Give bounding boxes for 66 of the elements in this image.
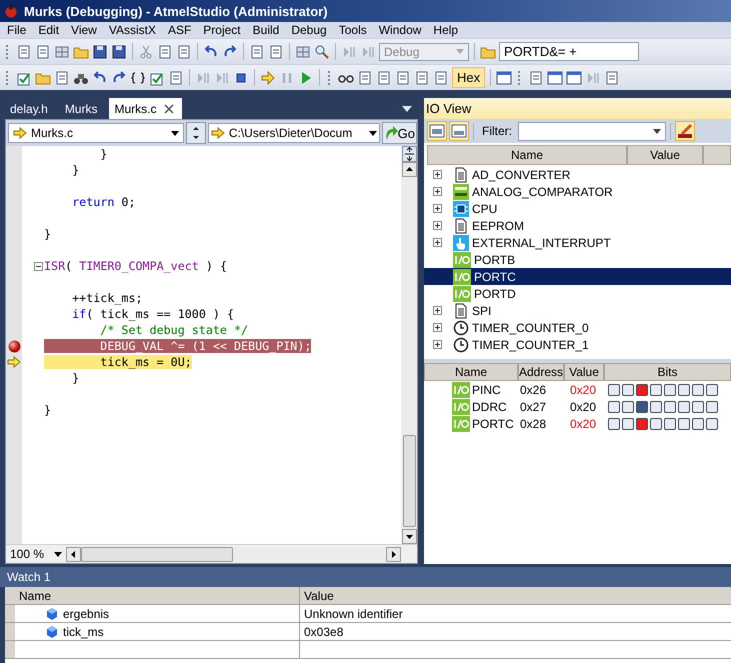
variable-value: 0x03e8 (303, 624, 344, 640)
column-header[interactable]: Name (424, 363, 518, 381)
register-value: 0x20 (569, 382, 598, 396)
file-tab[interactable]: delay.h (5, 98, 56, 119)
variable-value: Unknown identifier (303, 606, 404, 622)
code-line: } (71, 163, 80, 177)
column-header[interactable]: Name (15, 587, 300, 604)
menu-item[interactable]: Window (374, 23, 428, 37)
menu-item[interactable]: View (66, 23, 104, 37)
register-address: 0x28 (519, 416, 548, 430)
tree-item[interactable]: PORTC (424, 268, 731, 285)
code-line: if( tick_ms == 1000 ) { (71, 307, 234, 321)
column-header[interactable]: Value (300, 587, 731, 604)
code-line: } (44, 403, 52, 417)
variable-name: ergebnis (63, 606, 110, 620)
go-button[interactable]: Go (382, 122, 418, 144)
tree-item[interactable]: EXTERNAL_INTERRUPT (424, 234, 731, 251)
tree-item[interactable]: TIMER_COUNTER_1 (424, 336, 731, 353)
tree-item[interactable]: AD_CONVERTER (424, 166, 731, 183)
variable-name: tick_ms (63, 624, 104, 638)
column-header[interactable]: Bits (604, 363, 731, 381)
column-header[interactable]: Value (564, 363, 604, 381)
code-line: } (99, 147, 108, 161)
register-name: PINC (472, 382, 501, 396)
code-line: } (71, 371, 80, 385)
register-name: DDRC (472, 400, 507, 414)
file-tab[interactable]: Murks (60, 98, 106, 119)
register-value: 0x20 (569, 400, 598, 414)
command-field[interactable]: PORTD&= + (499, 42, 639, 61)
menu-item[interactable]: File (2, 23, 34, 37)
tree-item[interactable]: SPI (424, 302, 731, 319)
register-name: PORTC (472, 416, 514, 430)
menu-item[interactable]: Edit (33, 23, 66, 37)
window-title: Murks (Debugging) - AtmelStudio (Administrator) (24, 4, 328, 18)
zoom-dropdown[interactable]: 100 % (6, 547, 66, 561)
code-line: } (44, 227, 52, 241)
tree-item[interactable]: CPU (424, 200, 731, 217)
menu-item[interactable]: VAssistX (104, 23, 163, 37)
tree-item[interactable]: ANALOG_COMPARATOR (424, 183, 731, 200)
register-value: 0x20 (569, 416, 598, 430)
tree-item[interactable]: PORTB (424, 251, 731, 268)
menu-item[interactable]: Tools (334, 23, 374, 37)
tree-item[interactable]: EEPROM (424, 217, 731, 234)
column-header[interactable]: Value (627, 145, 703, 165)
code-line: return 0; (71, 195, 136, 209)
panel-title: Watch 1 (0, 567, 731, 587)
hex-toggle-button[interactable]: Hex (452, 67, 486, 88)
code-line: ++tick_ms; (71, 291, 143, 305)
register-address: 0x27 (519, 400, 548, 414)
tree-item[interactable]: TIMER_COUNTER_0 (424, 319, 731, 336)
menu-item[interactable]: Debug (286, 23, 334, 37)
file-tab[interactable]: Murks.c (109, 98, 182, 119)
menu-item[interactable]: Project (198, 23, 248, 37)
tree-item[interactable]: PORTD (424, 285, 731, 302)
menu-item[interactable]: Help (428, 23, 466, 37)
menu-item[interactable]: ASF (162, 23, 198, 37)
filter-label: Filter: (481, 124, 513, 138)
code-line: ISR( TIMER0_COMPA_vect ) { (44, 259, 227, 273)
menu-item[interactable]: Build (248, 23, 286, 37)
column-header[interactable]: Name (427, 145, 627, 165)
panel-title: IO View (424, 98, 731, 119)
register-address: 0x26 (519, 382, 548, 396)
file-dropdown[interactable]: Murks.c (8, 123, 184, 143)
column-header[interactable]: Address (518, 363, 564, 381)
code-line: /* Set debug state */ (99, 323, 248, 337)
path-dropdown[interactable]: C:\Users\Dieter\Docum (208, 123, 380, 143)
